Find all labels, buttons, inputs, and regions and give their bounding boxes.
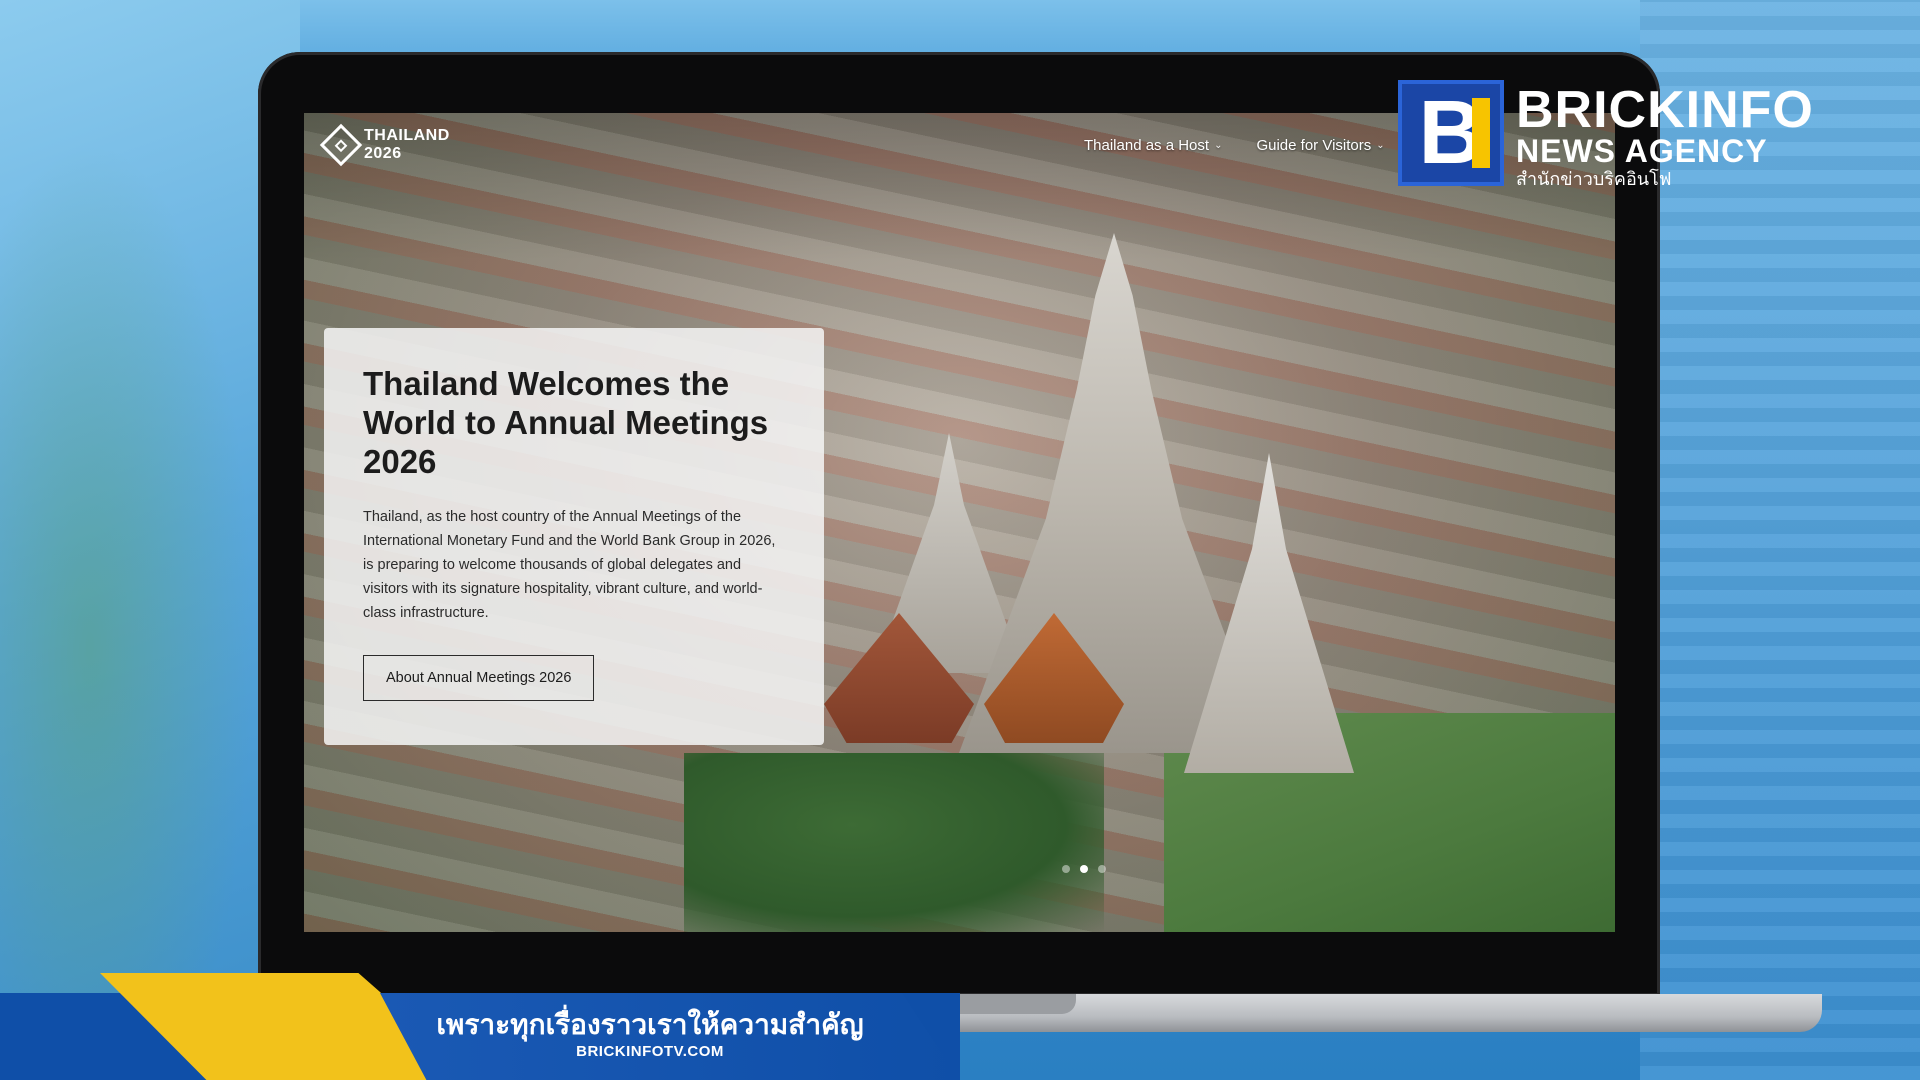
site-nav: Thailand as a Host ⌄ Guide for Visitors … [1084,137,1385,154]
hero-card: Thailand Welcomes the World to Annual Me… [324,328,824,745]
banner-tagline: เพราะทุกเรื่องราวเราให้ความสำคัญ [436,1009,864,1040]
slide-dot[interactable] [1062,865,1070,873]
hero-body: Thailand, as the host country of the Ann… [363,509,776,621]
diamond-logo-icon [319,123,363,167]
banner-url: BRICKINFOTV.COM [576,1043,724,1060]
background-river-left [0,0,300,1080]
nav-label: Thailand as a Host [1084,137,1210,154]
about-annual-meetings-button[interactable]: About Annual Meetings 2026 [363,655,595,701]
laptop-screen: THAILAND 2026 Thailand as a Host ⌄ Guide… [304,113,1615,932]
chevron-down-icon: ⌄ [1214,140,1223,151]
slide-dot[interactable] [1098,865,1106,873]
brand-thai-name: สำนักข่าวบริคอินโฟ [1516,169,1672,189]
logo-line1: THAILAND [364,127,450,144]
brand-subtitle: NEWS AGENCY [1516,133,1768,169]
hero-title: Thailand Welcomes the World to Annual Me… [363,365,769,480]
hero-photo-trees [684,753,1104,932]
chevron-down-icon: ⌄ [1376,140,1385,151]
site-logo[interactable]: THAILAND 2026 [319,123,450,167]
logo-line2: 2026 [364,145,402,162]
brickinfo-watermark: B BRICKINFO NEWS AGENCY สำนักข่าวบริคอิน… [1398,80,1814,190]
brickinfo-logo-icon: B [1398,80,1504,186]
nav-guide-for-visitors[interactable]: Guide for Visitors ⌄ [1256,137,1384,154]
slide-dot-active[interactable] [1080,865,1088,873]
banner-text: เพราะทุกเรื่องราวเราให้ความสำคัญ BRICKIN… [430,1008,870,1062]
nav-thailand-as-host[interactable]: Thailand as a Host ⌄ [1084,137,1222,154]
nav-label: Guide for Visitors [1256,137,1372,154]
slide-dots [1062,865,1106,873]
brand-name: BRICKINFO [1516,81,1814,139]
